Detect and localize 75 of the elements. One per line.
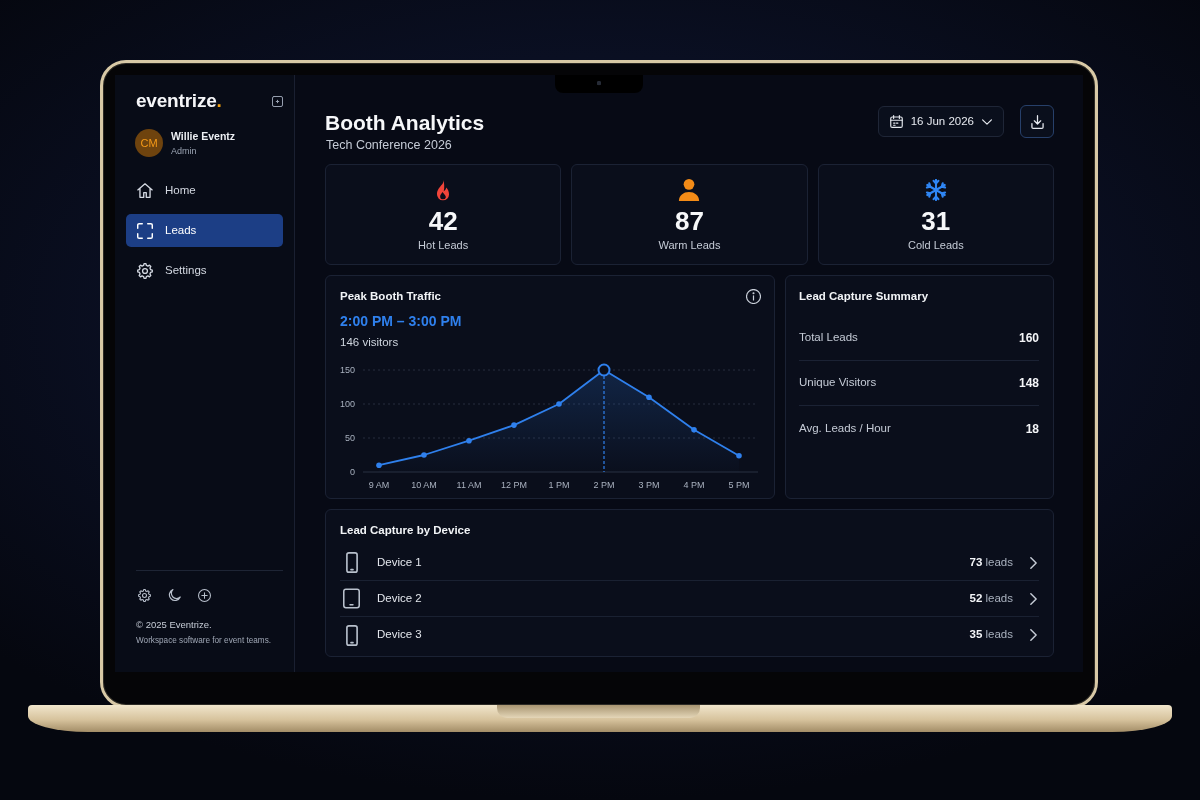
peak-time-range: 2:00 PM – 3:00 PM xyxy=(340,312,463,330)
phone-icon xyxy=(345,552,358,573)
info-icon[interactable] xyxy=(746,288,761,304)
data-point xyxy=(646,394,652,400)
lead-count: 35 leads xyxy=(969,627,1013,643)
nav-item[interactable]: Settings xyxy=(126,254,283,287)
axis-label: 1 PM xyxy=(548,480,570,490)
chevron-right-icon[interactable] xyxy=(1030,629,1037,641)
axis-label: 2 PM xyxy=(593,480,615,490)
page-title: Booth Analytics xyxy=(325,110,485,135)
data-point xyxy=(511,422,517,428)
device-name: Device 1 xyxy=(377,554,422,570)
summary-label: Total Leads xyxy=(799,330,858,346)
card-title: Lead Capture Summary xyxy=(799,289,930,304)
axis-label: 100 xyxy=(340,399,355,410)
stat-label: Warm Leads xyxy=(658,238,721,252)
axis-label: 3 PM xyxy=(638,480,660,490)
summary-value: 18 xyxy=(1025,420,1039,438)
download-icon xyxy=(1030,114,1044,129)
user-name: Willie Eventz xyxy=(171,129,236,143)
tablet-icon xyxy=(343,588,360,609)
settings-icon xyxy=(137,262,153,279)
phone-icon xyxy=(345,624,358,646)
scan-frame-icon xyxy=(137,222,153,239)
summary-label: Avg. Leads / Hour xyxy=(799,420,891,436)
axis-label: 0 xyxy=(350,467,355,478)
chevron-right-icon[interactable] xyxy=(1030,592,1037,605)
chevron-right-icon[interactable] xyxy=(1030,556,1037,569)
home-icon xyxy=(137,183,153,198)
data-point xyxy=(421,452,427,458)
user-avatar: CM xyxy=(135,129,163,157)
nav-item[interactable]: Home xyxy=(126,174,283,207)
device-name: Device 3 xyxy=(377,627,422,643)
axis-label: 11 AM xyxy=(456,480,482,490)
date-picker-button[interactable]: 16 Jun 2026 xyxy=(877,106,1004,137)
page-subtitle: Tech Conference 2026 xyxy=(326,137,453,153)
user-role: Admin xyxy=(171,145,198,157)
summary-value: 148 xyxy=(1018,375,1039,392)
stat-value: 42 xyxy=(428,206,458,236)
data-point xyxy=(736,452,742,459)
plus-circle-icon[interactable] xyxy=(198,589,211,602)
download-button[interactable] xyxy=(1020,105,1054,138)
calendar-icon xyxy=(889,115,903,128)
summary-value: 160 xyxy=(1018,330,1039,347)
moon-icon[interactable] xyxy=(168,589,181,602)
stat-value: 31 xyxy=(921,206,951,236)
data-point xyxy=(466,437,472,444)
stat-label: Cold Leads xyxy=(908,238,964,252)
card-title: Lead Capture by Device xyxy=(340,523,472,538)
peak-marker xyxy=(597,363,611,377)
brand-logo: eventrize. xyxy=(136,90,222,112)
summary-label: Unique Visitors xyxy=(799,375,877,391)
tagline-text: Workspace software for event teams. xyxy=(135,635,272,646)
card-title: Peak Booth Traffic xyxy=(340,289,441,304)
axis-label: 50 xyxy=(345,433,355,444)
axis-label: 12 PM xyxy=(501,480,527,490)
axis-label: 150 xyxy=(340,365,355,376)
data-point xyxy=(556,401,562,407)
data-point xyxy=(376,462,382,468)
settings-icon[interactable] xyxy=(138,589,151,602)
stat-label: Hot Leads xyxy=(418,238,469,252)
nav-item[interactable]: Leads xyxy=(126,214,283,247)
axis-label: 10 AM xyxy=(411,480,437,490)
stat-value: 87 xyxy=(675,206,704,236)
peak-visitors: 146 visitors xyxy=(340,335,400,349)
data-point xyxy=(691,427,697,433)
axis-label: 9 AM xyxy=(368,480,390,490)
axis-label: 4 PM xyxy=(683,480,705,490)
axis-label: 5 PM xyxy=(728,480,750,490)
sidebar-toggle-icon[interactable] xyxy=(272,95,283,107)
lead-count: 73 leads xyxy=(969,554,1013,570)
device-name: Device 2 xyxy=(377,590,422,606)
chevron-down-icon xyxy=(982,118,992,125)
copyright-text: © 2025 Eventrize. xyxy=(135,619,213,631)
lead-count: 52 leads xyxy=(969,590,1013,606)
